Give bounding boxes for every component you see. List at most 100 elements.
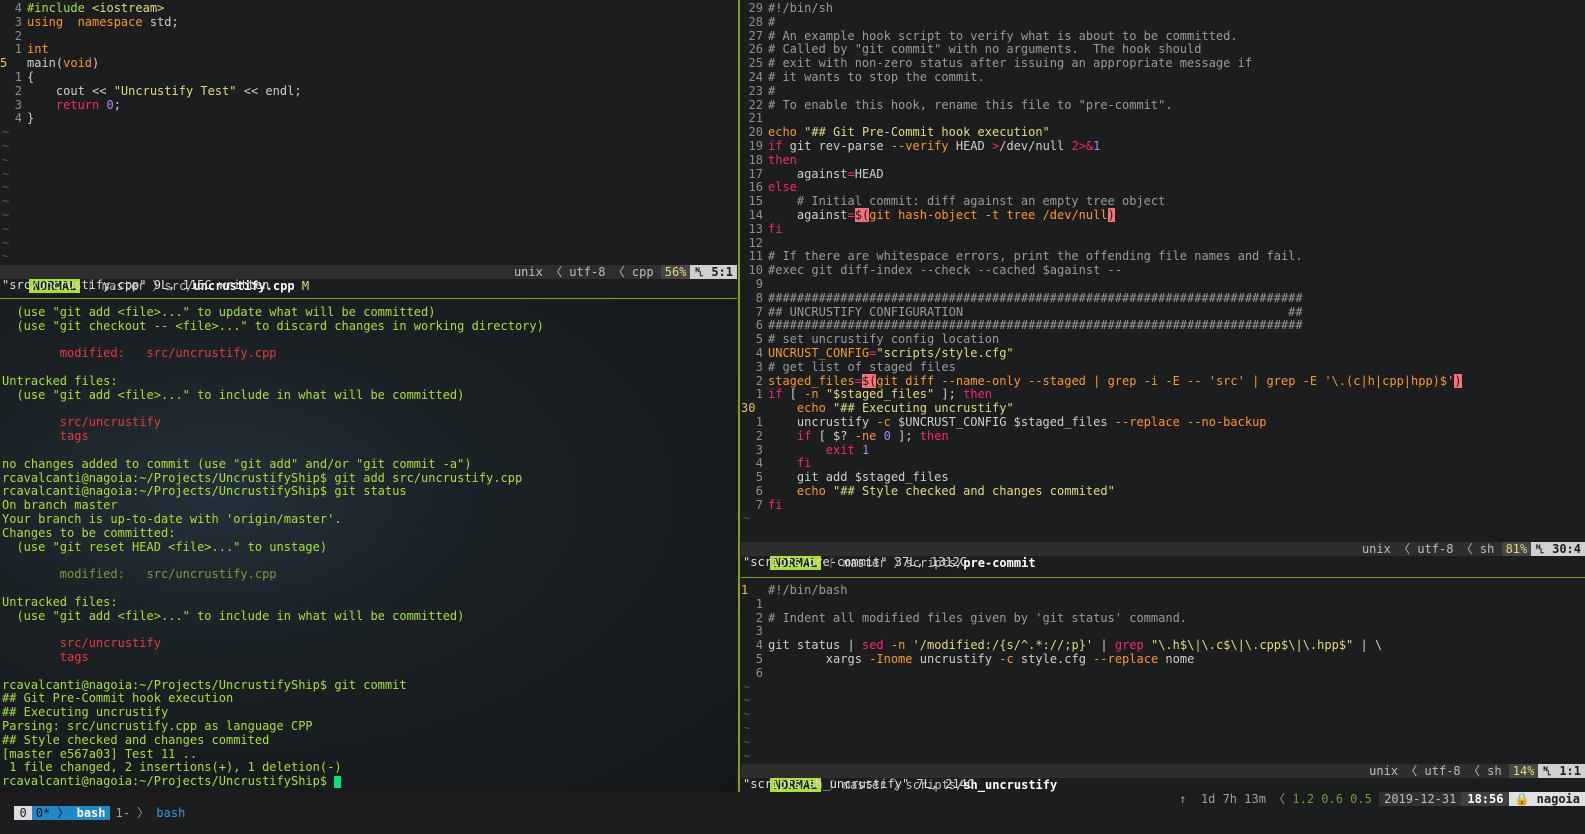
code-area[interactable]: 4 #include <iostream> 3 using namespace std… bbox=[0, 1, 737, 264]
code-token: = bbox=[847, 166, 855, 181]
code-line[interactable]: 10 #exec git diff-index --check --cached … bbox=[741, 263, 1585, 278]
session-name[interactable]: 0 bbox=[14, 806, 32, 820]
line-number: 3 bbox=[14, 97, 22, 112]
empty-line-marker: ~ bbox=[2, 207, 10, 222]
vim-pane-sh-uncrustify[interactable]: 1 #!/bin/bash 1 2 # Indent all modified file… bbox=[741, 580, 1585, 792]
date: 2019-12-31 bbox=[1379, 792, 1462, 806]
code-line[interactable]: 15 # Initial commit: diff against an emp… bbox=[741, 194, 1585, 209]
code-line[interactable]: 6 echo "## Style checked and changes com… bbox=[741, 484, 1585, 499]
code-line[interactable]: 17 against=HEAD bbox=[741, 166, 1585, 182]
window-name: bash bbox=[156, 806, 186, 820]
line-number: 6 bbox=[755, 665, 763, 680]
code-line[interactable]: 2 bbox=[0, 29, 737, 44]
code-line[interactable]: 26 # Called by "git commit" with no argum… bbox=[741, 42, 1585, 57]
code-line[interactable]: 13 fi bbox=[741, 222, 1585, 237]
code-line[interactable]: 4 git status | sed -n '/modified:/{s/^.*:… bbox=[741, 638, 1585, 653]
code-line[interactable]: 16 else bbox=[741, 180, 1585, 195]
terminal-line: On branch master bbox=[2, 498, 118, 513]
code-line[interactable]: 6 #######################################… bbox=[741, 318, 1585, 333]
terminal-line: tags bbox=[2, 649, 89, 664]
prompt-text: rcavalcanti@nagoia:~/Projects/Uncrustify… bbox=[2, 774, 335, 789]
code-line[interactable]: 8 #######################################… bbox=[741, 291, 1585, 306]
code-line[interactable]: 3 # get list of staged files bbox=[741, 360, 1585, 375]
code-line[interactable]: 28 # bbox=[741, 15, 1585, 30]
pane-divider bbox=[0, 298, 737, 299]
code-token: 0 bbox=[883, 428, 891, 443]
code-line[interactable]: 1 int bbox=[0, 42, 737, 57]
code-line[interactable]: 20 echo "## Git Pre-Commit hook execution… bbox=[741, 125, 1585, 140]
code-token: echo bbox=[796, 401, 826, 416]
code-line[interactable]: 29 #!/bin/sh bbox=[741, 1, 1585, 16]
code-line[interactable]: 1 uncrustify -c $UNCRUST_CONFIG $staged_… bbox=[741, 415, 1585, 430]
code-line[interactable]: 1 #!/bin/bash bbox=[741, 583, 1585, 598]
code-line[interactable]: 23 # bbox=[741, 84, 1585, 99]
code-line[interactable]: 9 bbox=[741, 277, 1585, 292]
code-line[interactable]: 5 xargs -Inome uncrustify -c style.cfg -… bbox=[741, 651, 1585, 667]
code-line[interactable]: 1 if [ -n "$staged_files" ]; then bbox=[741, 387, 1585, 402]
code-token: ) bbox=[92, 56, 100, 71]
code-token: 2>& bbox=[1071, 138, 1094, 153]
command-message: "scripts/sh_uncrustify" 7L, 214C bbox=[743, 777, 975, 791]
line-number: 29 bbox=[748, 1, 763, 15]
code-line[interactable]: 7 ## UNCRUSTIFY CONFIGURATION ## bbox=[741, 305, 1585, 320]
code-line[interactable]: 12 bbox=[741, 236, 1585, 251]
code-token: "\.h$\|\.c$\|\.cpp$\|\.hpp$" bbox=[1150, 638, 1354, 653]
line-number: 5 bbox=[755, 651, 763, 666]
code-line[interactable]: 2 # Indent all modified files given by 'g… bbox=[741, 611, 1585, 626]
code-line[interactable]: 2 staged_files=$(git diff --name-only --s… bbox=[741, 373, 1585, 389]
line-number: 16 bbox=[748, 180, 763, 195]
code-token: std; bbox=[142, 14, 179, 29]
code-line[interactable]: 27 # An example hook script to verify wha… bbox=[741, 29, 1585, 44]
code-token: | bbox=[1093, 638, 1115, 653]
code-line[interactable]: 4 #include <iostream> bbox=[0, 1, 737, 16]
code-line[interactable]: 4} bbox=[0, 111, 737, 126]
code-area[interactable]: 29 #!/bin/sh 28 #27 # An example hook script… bbox=[741, 1, 1585, 526]
code-line[interactable]: 18 then bbox=[741, 153, 1585, 168]
line-number: 22 bbox=[748, 97, 763, 112]
terminal-prompt[interactable]: rcavalcanti@nagoia:~/Projects/Uncrustify… bbox=[0, 774, 737, 789]
terminal-pane[interactable]: (use "git add <file>..." to update what … bbox=[0, 300, 737, 792]
code-area[interactable]: 1 #!/bin/bash 1 2 # Indent all modified file… bbox=[741, 583, 1585, 763]
code-line[interactable]: 5 git add $staged_files bbox=[741, 470, 1585, 485]
code-line[interactable]: 1 bbox=[741, 597, 1585, 612]
code-line[interactable]: 3 exit 1 bbox=[741, 443, 1585, 458]
code-line[interactable]: 19 if git rev-parse --verify HEAD >/dev/n… bbox=[741, 138, 1585, 154]
code-token: ]; bbox=[890, 428, 920, 443]
code-line[interactable]: 14 against=$(git hash-object -t tree /de… bbox=[741, 207, 1585, 223]
code-line[interactable]: 25 # exit with non-zero status after issu… bbox=[741, 56, 1585, 71]
line-number: 4 bbox=[755, 456, 763, 471]
code-line[interactable]: 5 # set uncrustify config location bbox=[741, 332, 1585, 347]
code-token: then bbox=[963, 387, 993, 402]
code-line[interactable]: 2 if [ $? -ne 0 ]; then bbox=[741, 428, 1585, 444]
window-index: 0* bbox=[35, 806, 51, 820]
terminal-line: [master e567a03] Test 11 .. bbox=[2, 746, 198, 761]
code-line[interactable]: 5 main(void) bbox=[0, 56, 737, 71]
line-number: 11 bbox=[748, 249, 763, 264]
code-line[interactable]: 6 bbox=[741, 665, 1585, 681]
code-line[interactable]: 21 bbox=[741, 112, 1585, 126]
vim-pane-uncrustify-cpp[interactable]: 4 #include <iostream> 3 using namespace std… bbox=[0, 0, 737, 294]
code-line[interactable]: 2 cout << "Uncrustify Test" << endl; bbox=[0, 84, 737, 99]
code-line[interactable]: 24 # it wants to stop the commit. bbox=[741, 70, 1585, 85]
code-line[interactable]: 3 using namespace std; bbox=[0, 14, 737, 30]
code-line[interactable]: 1{ bbox=[0, 70, 737, 85]
window-tab-active[interactable]: 0* 〉 bash bbox=[31, 806, 110, 820]
code-line[interactable]: 11 # If there are whitespace errors, prin… bbox=[741, 249, 1585, 264]
code-line[interactable]: 30 echo "## Executing uncrustify" bbox=[741, 401, 1585, 416]
terminal-line: (use "git reset HEAD <file>..." to unsta… bbox=[2, 539, 328, 554]
code-line[interactable]: 3 return 0; bbox=[0, 97, 737, 113]
window-tab[interactable]: 1- 〉 bash bbox=[110, 806, 192, 820]
vim-pane-pre-commit[interactable]: 29 #!/bin/sh 28 #27 # An example hook script… bbox=[741, 0, 1585, 572]
terminal-output: (use "git add <file>..." to update what … bbox=[0, 305, 737, 789]
code-line[interactable]: 22 # To enable this hook, rename this fil… bbox=[741, 97, 1585, 113]
code-line[interactable]: 4 UNCRUST_CONFIG="scripts/style.cfg" bbox=[741, 346, 1585, 361]
code-line[interactable]: 7 fi bbox=[741, 498, 1585, 513]
code-line[interactable]: 4 fi bbox=[741, 456, 1585, 471]
vertical-divider[interactable] bbox=[738, 0, 740, 792]
code-line[interactable]: 3 bbox=[741, 625, 1585, 639]
code-token: --verify bbox=[890, 138, 949, 153]
